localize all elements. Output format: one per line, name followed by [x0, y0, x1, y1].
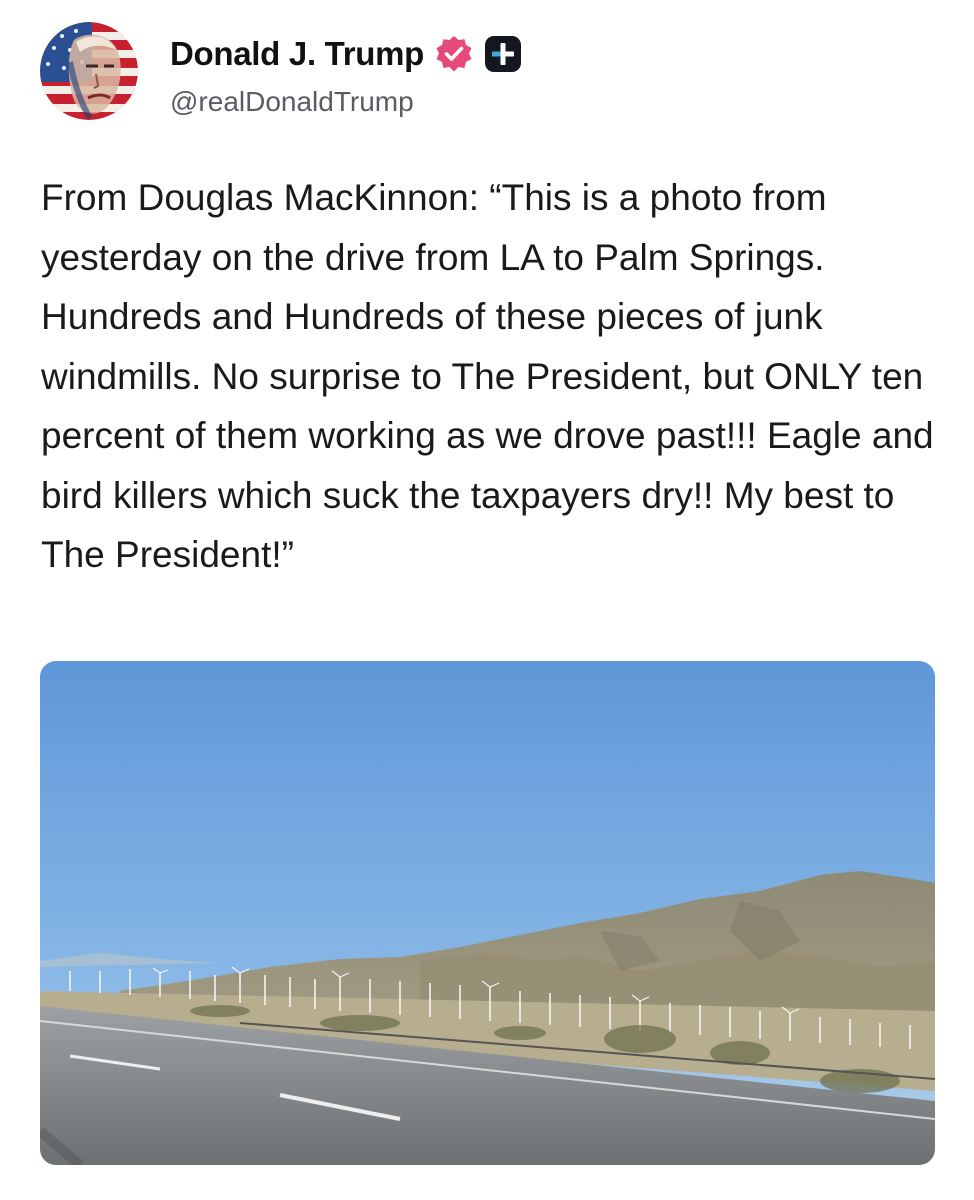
post-text: From Douglas MacKinnon: “This is a photo… [41, 177, 944, 575]
author-name-row: Donald J. Trump [170, 32, 522, 76]
avatar[interactable] [40, 22, 138, 120]
author-handle[interactable]: @realDonaldTrump [170, 86, 414, 118]
verified-badge-icon [434, 34, 474, 74]
post-card: Donald J. Trump @realDonaldTrump From Do… [0, 0, 974, 1200]
author-display-name[interactable]: Donald J. Trump [170, 35, 424, 73]
avatar-flag-portrait-image [40, 22, 138, 120]
post-photo[interactable] [40, 661, 935, 1165]
plus-icon[interactable] [484, 35, 522, 73]
windmill-landscape-photo [40, 661, 935, 1165]
